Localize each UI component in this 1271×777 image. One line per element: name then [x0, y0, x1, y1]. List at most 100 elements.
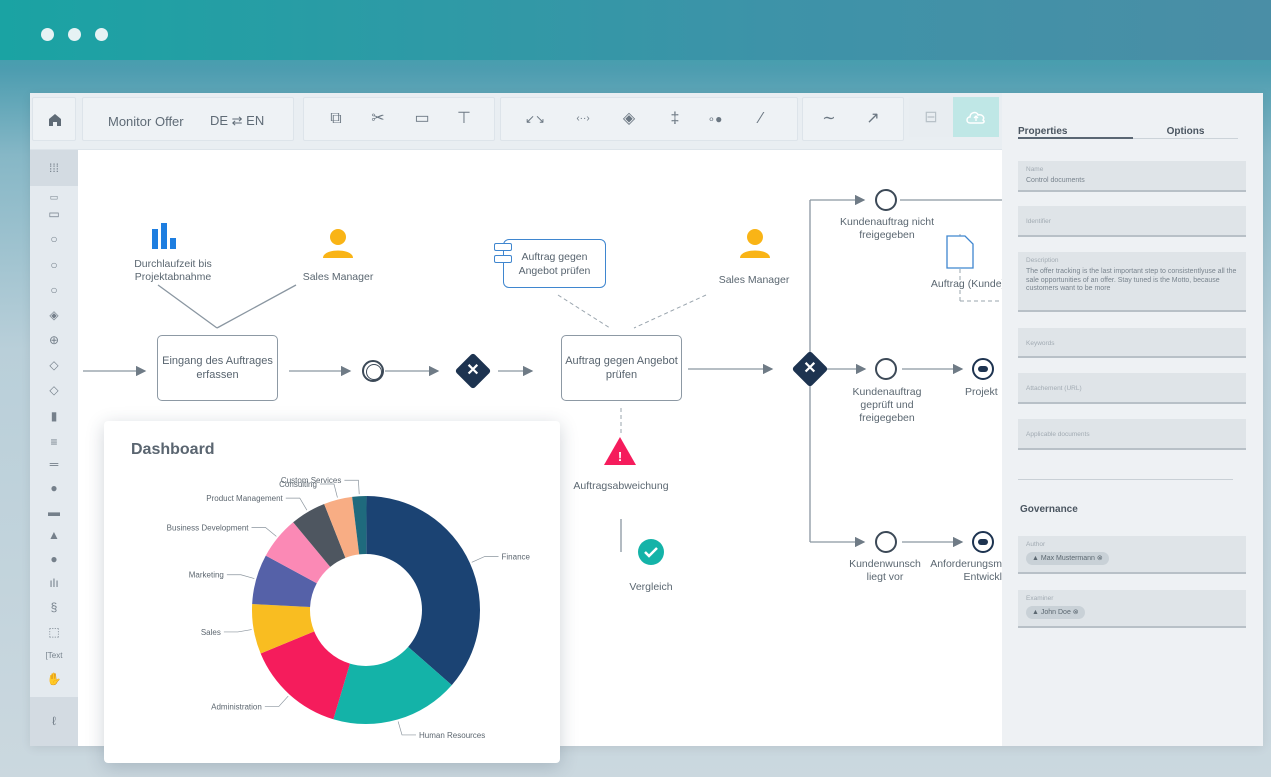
- exclusive-gateway[interactable]: ✕: [791, 350, 829, 388]
- kpi-label: Durchlaufzeit bis Projektabnahme: [134, 258, 212, 283]
- field-label: Name: [1026, 166, 1044, 173]
- warning-icon[interactable]: ▲: [42, 528, 66, 542]
- gateway-plus-icon[interactable]: ⊕: [42, 333, 66, 347]
- governance-title: Governance: [1020, 504, 1078, 515]
- field-label: Identifier: [1026, 218, 1051, 225]
- card-icon[interactable]: ▬: [42, 505, 66, 519]
- home-icon: [49, 114, 61, 126]
- group-icon[interactable]: ⬚: [42, 625, 66, 639]
- diagram-tools-group: ↙↘ ‹··› ◈ ‡ ∘● ⁄: [500, 97, 798, 141]
- remove-icon[interactable]: ⊗: [1071, 609, 1079, 616]
- paragraph-icon[interactable]: §: [42, 600, 66, 614]
- database-icon[interactable]: ≡: [42, 435, 66, 449]
- connector-both-icon[interactable]: ‹··›: [572, 111, 594, 127]
- end-event[interactable]: [875, 189, 897, 211]
- author-field[interactable]: Author ▲ Max Mustermann ⊗: [1018, 536, 1246, 574]
- window-dot-icon[interactable]: [68, 28, 81, 41]
- field-label: Author: [1026, 541, 1046, 548]
- attachment-field[interactable]: Attachement (URL): [1018, 373, 1246, 404]
- window-titlebar: [0, 0, 1271, 60]
- intermediate-event[interactable]: [362, 360, 384, 382]
- pie-label: Finance: [502, 553, 531, 562]
- pie-label: Custom Services: [281, 476, 341, 485]
- pie-label: Marketing: [189, 571, 224, 580]
- message-event[interactable]: [972, 358, 994, 380]
- save-icon: ⊟: [924, 109, 938, 126]
- draw-button[interactable]: ℓ: [30, 697, 78, 746]
- message-event[interactable]: [972, 531, 994, 553]
- risk-label: Auftragsabweichung: [573, 480, 669, 492]
- process-shape-icon[interactable]: ▭: [42, 207, 66, 221]
- hand-icon[interactable]: ✋: [42, 672, 66, 686]
- exclusive-gateway[interactable]: ✕: [454, 352, 492, 390]
- window-dot-icon[interactable]: [41, 28, 54, 41]
- copy-icon[interactable]: ⧉: [325, 111, 347, 127]
- dashboard-card[interactable]: Dashboard Finance Human Resources Administ…: [104, 421, 560, 763]
- document-title-group: Monitor Offer DE ⇄ EN: [82, 97, 294, 141]
- grid-button[interactable]: ⁞⁞⁞: [30, 150, 78, 186]
- author-chip[interactable]: ▲ Max Mustermann ⊗: [1026, 552, 1109, 565]
- pie-label: Business Development: [167, 524, 250, 533]
- pie-leader-line: [264, 695, 289, 707]
- document-icon: [946, 235, 974, 269]
- document-title[interactable]: Monitor Offer: [108, 114, 184, 129]
- end-event-icon[interactable]: ○: [42, 283, 66, 297]
- task-shape-icon[interactable]: ▭: [42, 190, 66, 204]
- component-icon: [494, 255, 512, 263]
- tab-label: Properties: [1018, 126, 1068, 137]
- gateway-icon[interactable]: ◇: [42, 358, 66, 372]
- examiner-chip[interactable]: ▲ John Doe ⊗: [1026, 606, 1085, 619]
- connector-curve-icon[interactable]: ↙↘: [524, 111, 546, 127]
- window-dot-icon[interactable]: [95, 28, 108, 41]
- bar-chart-icon[interactable]: ılı: [42, 576, 66, 590]
- magic-wand-icon[interactable]: ⁄: [750, 111, 772, 127]
- tab-options[interactable]: Options: [1133, 121, 1238, 139]
- tab-label: Options: [1166, 126, 1205, 137]
- svg-text:!: !: [618, 449, 622, 464]
- divider: [1018, 479, 1233, 480]
- kpi-bar-chart-icon: [152, 223, 176, 249]
- intermediate-event[interactable]: [875, 358, 897, 380]
- save-button[interactable]: ⊟: [909, 97, 953, 137]
- close-icon: ✕: [803, 360, 817, 377]
- start-event-icon[interactable]: ○: [42, 232, 66, 246]
- gateway-x-icon[interactable]: ◈: [42, 308, 66, 322]
- connect-dots-icon[interactable]: ∘●: [704, 111, 726, 127]
- task-node[interactable]: Auftrag gegen Angebot prüfen: [561, 335, 682, 401]
- data-object-node[interactable]: Auftrag gegen Angebot prüfen: [503, 239, 606, 288]
- chip-label: John Doe: [1040, 609, 1071, 616]
- text-annotation-icon[interactable]: [Text: [42, 649, 66, 663]
- edit-tools-group: ⧉ ✂ ▭ ⊤: [303, 97, 495, 141]
- trend-icon[interactable]: ↗: [862, 111, 884, 127]
- upload-button[interactable]: [953, 97, 999, 137]
- examiner-field[interactable]: Examiner ▲ John Doe ⊗: [1018, 590, 1246, 628]
- name-field[interactable]: Name Control documents: [1018, 161, 1246, 192]
- align-icon[interactable]: ‡: [664, 111, 686, 127]
- home-button[interactable]: [32, 97, 76, 141]
- layers-icon[interactable]: ◈: [618, 111, 640, 127]
- pie-slice[interactable]: [366, 496, 480, 686]
- identifier-field[interactable]: Identifier: [1018, 206, 1246, 237]
- curve-icon[interactable]: ∼: [818, 111, 840, 127]
- user-icon[interactable]: ●: [42, 481, 66, 495]
- lines-icon[interactable]: ═: [42, 457, 66, 471]
- tab-properties[interactable]: Properties: [1018, 121, 1133, 139]
- gateway-event-icon[interactable]: ◇: [42, 383, 66, 397]
- task-node[interactable]: Eingang des Auftrages erfassen: [157, 335, 278, 401]
- document-label: Auftrag (Kunde): [930, 278, 1002, 290]
- description-field[interactable]: Description The offer tracking is the la…: [1018, 252, 1246, 312]
- intermediate-event-icon[interactable]: ○: [42, 258, 66, 272]
- field-value: Control documents: [1026, 177, 1085, 184]
- language-switch[interactable]: DE ⇄ EN: [210, 113, 264, 129]
- start-event[interactable]: [875, 531, 897, 553]
- format-paint-icon[interactable]: ⊤: [453, 111, 475, 127]
- branch-end-label: Projekt: [965, 386, 998, 398]
- applicable-documents-field[interactable]: Applicable documents: [1018, 419, 1246, 450]
- toolbar: Monitor Offer DE ⇄ EN ⧉ ✂ ▭ ⊤ ↙↘ ‹··› ◈ …: [30, 93, 1002, 150]
- remove-icon[interactable]: ⊗: [1095, 555, 1103, 562]
- check-icon[interactable]: ●: [42, 552, 66, 566]
- cut-icon[interactable]: ✂: [367, 111, 389, 127]
- document-icon[interactable]: ▮: [42, 409, 66, 423]
- paste-icon[interactable]: ▭: [411, 111, 433, 127]
- keywords-field[interactable]: Keywords: [1018, 328, 1246, 358]
